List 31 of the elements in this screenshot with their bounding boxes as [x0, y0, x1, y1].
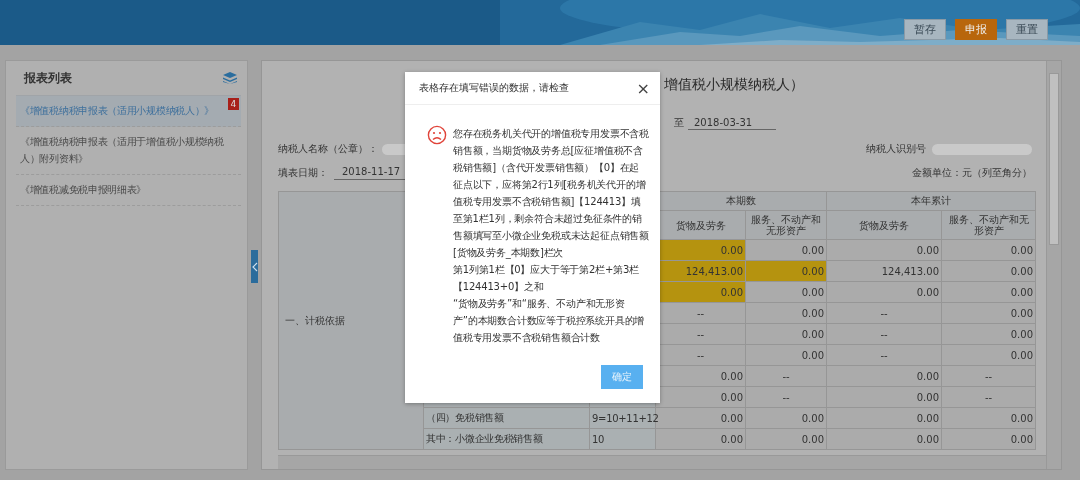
column-group-header: 本年累计 [826, 191, 1036, 211]
error-message: 您存在税务机关代开的增值税专用发票不含税销售额，当期货物及劳务总[应征增值税不含税销售额]（含代开发票销售额）【0】在起征点以下，应将第2行1列[税务机关代开的增值税专用发票不含税销售额]【124413】填至第1栏1列，剩余符合未超过免征条件的销售额填写至小微企业免税或未达起征点销售额[货物及劳务_本期数]栏次 [453, 127, 649, 261]
period-label: 至 [674, 116, 684, 130]
sidebar-item[interactable]: 《增值税纳税申报表（适用小规模纳税人）》 4 [16, 96, 241, 127]
toolbar-button[interactable]: 申报 [955, 19, 997, 40]
count-badge: 4 [227, 98, 239, 110]
collapse-handle[interactable] [251, 250, 258, 283]
sidebar-item[interactable]: 《增值税减免税申报明细表》 [16, 175, 241, 206]
layers-icon[interactable] [223, 72, 237, 84]
error-message: “货物及劳务”和“服务、不动产和无形资产”的本期数合计数应等于税控系统开具的增值税专用发票不含税销售额合计数 [453, 297, 646, 345]
taxpayer-name-label: 纳税人名称（公章）： [278, 142, 378, 156]
section-label: 一、计税依据 [285, 314, 345, 326]
form-title: 增值税小规模纳税人） [664, 76, 804, 94]
sidebar-item[interactable]: 《增值税纳税申报表（适用于增值税小规模纳税人）附列资料》 [16, 127, 241, 175]
fill-date-label: 填表日期： [278, 166, 328, 180]
horizontal-scrollbar[interactable] [278, 455, 1046, 469]
toolbar-button[interactable]: 重置 [1006, 19, 1048, 40]
taxpayer-id-label: 纳税人识别号 [866, 142, 926, 156]
error-message: 第1列第1栏【0】应大于等于第2栏+第3栏【124413+0】之和 [453, 263, 640, 294]
vertical-scrollbar[interactable] [1046, 61, 1061, 469]
sad-face-icon [427, 125, 447, 145]
column-header: 货物及劳务 [826, 210, 942, 240]
period-end-field: 2018-03-31 [688, 116, 777, 130]
close-button[interactable]: × [636, 78, 650, 98]
dialog-title: 表格存在填写错误的数据，请检查 [419, 81, 569, 95]
sidebar-title: 报表列表 [23, 69, 72, 87]
column-header: 服务、不动产和无形资产 [941, 210, 1036, 240]
chevron-left-icon [251, 261, 258, 272]
amount-unit-label: 金额单位：元（列至角分） [912, 166, 1032, 180]
toolbar-button[interactable]: 暂存 [904, 19, 946, 40]
column-header: 服务、不动产和无形资产 [745, 210, 827, 240]
